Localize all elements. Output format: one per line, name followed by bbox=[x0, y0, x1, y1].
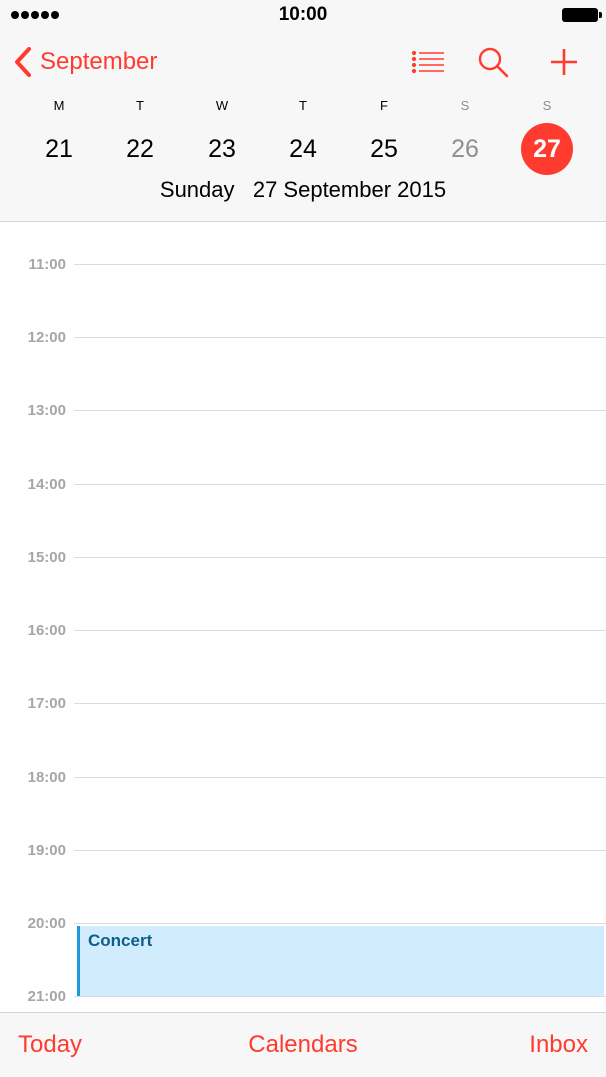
weekday-label: M bbox=[53, 98, 65, 113]
date-cell-selected[interactable]: 27 bbox=[520, 128, 574, 170]
status-time: 10:00 bbox=[278, 4, 328, 25]
date-row: 21 22 23 24 25 26 27 bbox=[0, 128, 606, 168]
weekday-label: W bbox=[215, 98, 229, 113]
date-cell[interactable]: 23 bbox=[195, 128, 249, 170]
date-cell[interactable]: 21 bbox=[32, 128, 86, 170]
weekday-label: S bbox=[460, 98, 470, 113]
event-block-concert[interactable]: Concert bbox=[77, 926, 604, 996]
hour-row: 11:00 bbox=[0, 255, 606, 275]
hour-divider bbox=[74, 410, 606, 411]
hour-divider bbox=[74, 264, 606, 265]
hour-divider bbox=[74, 996, 606, 997]
date-cell[interactable]: 24 bbox=[276, 128, 330, 170]
hour-divider bbox=[74, 703, 606, 704]
weekday-label: F bbox=[380, 98, 388, 113]
hour-label: 21:00 bbox=[27, 988, 66, 1005]
status-bar: 10:00 bbox=[0, 0, 606, 30]
weekday-label: T bbox=[136, 98, 144, 113]
hour-divider bbox=[74, 777, 606, 778]
hour-label: 19:00 bbox=[27, 842, 66, 859]
back-label: September bbox=[40, 48, 158, 75]
hour-row: 18:00 bbox=[0, 768, 606, 788]
hour-divider bbox=[74, 484, 606, 485]
hour-row: 16:00 bbox=[0, 621, 606, 641]
hour-row: 13:00 bbox=[0, 401, 606, 421]
hour-divider bbox=[74, 630, 606, 631]
hour-label: 17:00 bbox=[27, 695, 66, 712]
weekday-label: T bbox=[299, 98, 307, 113]
hour-divider bbox=[74, 850, 606, 851]
add-icon[interactable] bbox=[545, 44, 585, 80]
hour-label: 11:00 bbox=[28, 256, 66, 273]
tab-bar: Today Calendars Inbox bbox=[0, 1012, 606, 1077]
date-cell[interactable]: 26 bbox=[438, 128, 492, 170]
search-icon[interactable] bbox=[475, 44, 515, 80]
hour-divider bbox=[74, 337, 606, 338]
hour-label: 14:00 bbox=[27, 476, 66, 493]
list-icon[interactable] bbox=[410, 44, 450, 80]
hour-row: 14:00 bbox=[0, 475, 606, 495]
hour-row: 12:00 bbox=[0, 328, 606, 348]
back-button[interactable]: September bbox=[14, 44, 157, 80]
date-cell[interactable]: 25 bbox=[357, 128, 411, 170]
hour-label: 20:00 bbox=[27, 915, 66, 932]
hour-label: 13:00 bbox=[27, 402, 66, 419]
hour-row: 17:00 bbox=[0, 694, 606, 714]
battery-icon bbox=[562, 8, 602, 22]
date-cell[interactable]: 22 bbox=[113, 128, 167, 170]
hour-divider bbox=[74, 557, 606, 558]
chevron-left-icon bbox=[15, 47, 31, 77]
hour-row: 15:00 bbox=[0, 548, 606, 568]
header: 10:00 September M T W T F S S 21 22 23 2… bbox=[0, 0, 606, 222]
hour-label: 12:00 bbox=[27, 329, 66, 346]
selected-date-title: Sunday 27 September 2015 bbox=[159, 177, 447, 202]
weekday-label: S bbox=[542, 98, 552, 113]
day-timeline[interactable]: 11:00 12:00 13:00 14:00 15:00 16:00 17:0… bbox=[0, 223, 606, 1012]
hour-divider bbox=[74, 923, 606, 924]
hour-row: 19:00 bbox=[0, 841, 606, 861]
hour-label: 16:00 bbox=[27, 622, 66, 639]
weekday-row: M T W T F S S bbox=[0, 96, 606, 116]
calendar-app: 10:00 September M T W T F S S 21 22 23 2… bbox=[0, 0, 606, 1077]
event-title: Concert bbox=[88, 931, 153, 950]
inbox-button[interactable]: Inbox bbox=[529, 1031, 588, 1059]
hour-label: 15:00 bbox=[27, 549, 66, 566]
hour-label: 18:00 bbox=[27, 769, 66, 786]
calendars-button[interactable]: Calendars bbox=[0, 1031, 606, 1059]
